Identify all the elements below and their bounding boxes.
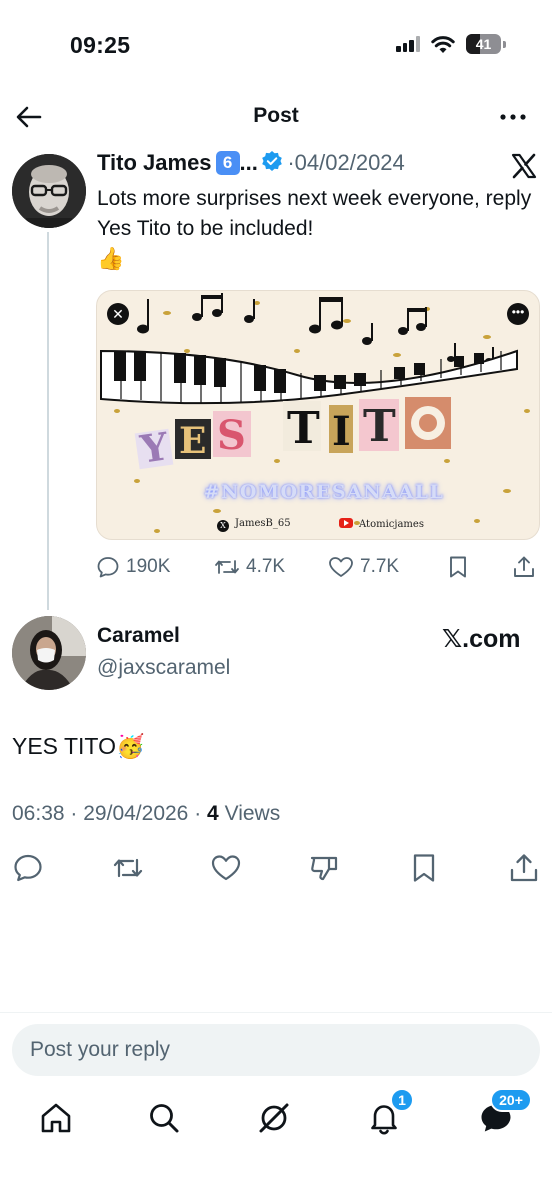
parent-repost-action[interactable]: 4.7K	[214, 552, 285, 582]
search-icon[interactable]	[146, 1100, 182, 1136]
battery-level: 41	[475, 36, 492, 52]
media-credit-youtube: Atomicjames	[339, 518, 424, 530]
messages-tab[interactable]: 20+	[478, 1088, 532, 1136]
bookmark-icon[interactable]	[408, 852, 440, 884]
reply-input[interactable]	[12, 1024, 540, 1076]
repost-count: 4.7K	[246, 556, 286, 577]
parent-post-text: Lots more surprises next week everyone, …	[97, 184, 537, 275]
thumbs-up-emoji: 👍	[97, 246, 125, 271]
status-time: 09:25	[70, 32, 131, 58]
avatar-tito-james[interactable]	[12, 154, 86, 228]
svg-text:E: E	[179, 420, 206, 462]
reply-count: 190K	[126, 556, 171, 577]
reply-author-handle[interactable]: @jaxscaramel	[97, 656, 230, 680]
reply-time: 06:38	[12, 802, 65, 825]
credit-youtube-handle: Atomicjames	[359, 519, 424, 530]
parent-author-name[interactable]: Tito James	[97, 150, 212, 175]
reply-composer	[12, 1024, 540, 1076]
media-credit-x: X JamesB_65	[217, 518, 291, 532]
post-media-image[interactable]: Y E S T I T ✕ ••• #NOMORESANAALL X JamesB…	[96, 290, 540, 540]
dislike-icon[interactable]	[308, 852, 340, 884]
share-icon	[514, 556, 534, 577]
reply-icon[interactable]	[12, 852, 44, 884]
source-label: 𝕏.com	[442, 625, 521, 653]
parent-post-body: Lots more surprises next week everyone, …	[97, 187, 532, 240]
reply-date: 29/04/2026	[83, 802, 189, 825]
reply-icon	[97, 557, 119, 578]
notifications-tab[interactable]: 1	[366, 1088, 414, 1136]
reply-body: YES TITO	[12, 733, 116, 759]
parent-like-action[interactable]: 7.7K	[328, 552, 399, 582]
svg-text:I: I	[332, 408, 351, 455]
parent-reply-action[interactable]: 190K	[96, 552, 170, 582]
svg-text:S: S	[217, 412, 246, 459]
top-bar: Post	[0, 92, 552, 140]
views-label: Views	[224, 802, 281, 825]
name-truncation: ...	[239, 150, 258, 175]
meta-separator: ·	[70, 802, 78, 825]
parent-date[interactable]: 04/02/2024	[295, 150, 405, 175]
more-horizontal-icon[interactable]	[498, 102, 528, 132]
repost-icon	[215, 560, 239, 574]
svg-text:T: T	[287, 403, 320, 454]
meta-separator: ·	[194, 802, 202, 825]
avatar-caramel[interactable]	[12, 616, 86, 690]
parent-separator: ·	[287, 150, 295, 175]
composer-divider	[0, 1012, 552, 1013]
reply-author-name[interactable]: Caramel	[97, 624, 180, 648]
emoji-badge-six: 6	[215, 151, 240, 175]
media-more-icon[interactable]: •••	[507, 303, 529, 325]
media-close-icon[interactable]: ✕	[107, 303, 129, 325]
bookmark-icon	[450, 556, 466, 578]
reply-text: YES TITO🥳	[12, 733, 145, 760]
heart-icon[interactable]	[210, 852, 242, 884]
youtube-icon	[339, 518, 353, 528]
thread-connector	[47, 232, 49, 610]
wifi-icon	[431, 36, 455, 53]
views-count: 4	[207, 802, 219, 825]
verified-badge-icon	[262, 151, 282, 171]
parent-post-actions: 190K 4.7K 7.7K	[96, 552, 540, 582]
grok-icon[interactable]	[256, 1100, 292, 1136]
status-bar: 09:25 41	[0, 0, 552, 90]
page-title: Post	[253, 104, 299, 127]
party-face-emoji: 🥳	[115, 733, 145, 759]
repost-icon[interactable]	[112, 852, 144, 884]
notifications-badge: 1	[390, 1088, 414, 1112]
cellular-signal-icon	[396, 36, 422, 52]
parent-share-action[interactable]	[512, 552, 542, 582]
bottom-navigation: 1 20+	[0, 1088, 552, 1150]
messages-badge: 20+	[490, 1088, 532, 1112]
battery-icon: 41	[466, 34, 506, 54]
share-icon[interactable]	[508, 852, 540, 884]
parent-bookmark-action[interactable]	[446, 552, 476, 582]
heart-icon	[329, 557, 353, 577]
reply-actions	[0, 848, 552, 888]
credit-x-handle: JamesB_65	[235, 518, 291, 529]
parent-post-header: Tito James 6... ·04/02/2024	[97, 150, 497, 182]
svg-text:T: T	[363, 401, 396, 452]
media-hashtag: #NOMORESANAALL	[203, 481, 445, 503]
x-logo-icon	[511, 153, 537, 179]
like-count: 7.7K	[360, 556, 400, 577]
home-icon[interactable]	[38, 1100, 74, 1136]
reply-meta: 06:38 · 29/04/2026 · 4 Views	[12, 802, 280, 826]
